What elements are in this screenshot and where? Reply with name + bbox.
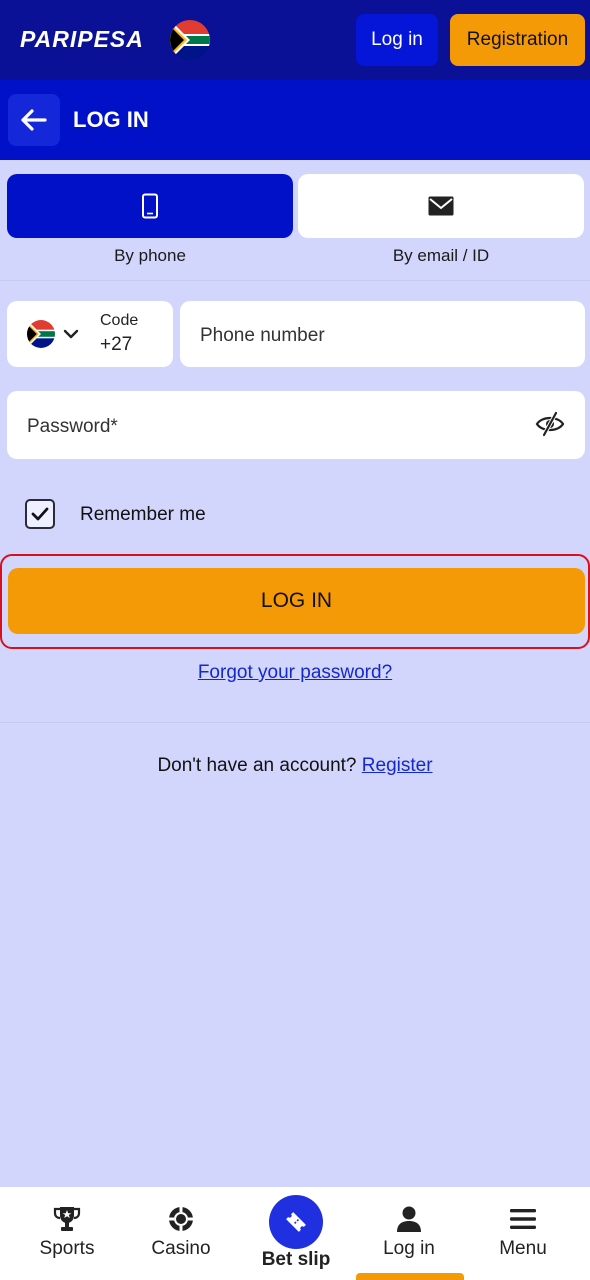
nav-bet-slip-label[interactable]: Bet slip [236,1249,356,1271]
remember-me-checkbox[interactable] [25,499,55,529]
divider [0,280,590,281]
hamburger-icon [510,1209,536,1229]
nav-casino[interactable]: Casino [124,1187,238,1280]
south-africa-flag-icon[interactable] [170,20,210,60]
phone-number-input[interactable]: Phone number [180,301,585,367]
ticket-icon [286,1212,306,1232]
forgot-password-link[interactable]: Forgot your password? [0,662,590,684]
register-link[interactable]: Register [362,755,433,776]
no-account-row: Don't have an account? Register [0,755,590,777]
no-account-text: Don't have an account? [157,755,357,776]
nav-sports-label: Sports [39,1238,95,1259]
eye-slash-icon[interactable] [535,411,565,437]
casino-chip-icon [169,1207,193,1231]
phone-number-placeholder: Phone number [200,325,325,346]
envelope-icon [428,196,454,216]
tab-by-email-label[interactable]: By email / ID [298,246,584,266]
code-value: +27 [100,334,133,355]
country-code-select[interactable]: Code +27 [7,301,173,367]
nav-menu[interactable]: Menu [466,1187,580,1280]
nav-menu-label: Menu [499,1238,547,1259]
code-label: Code [100,312,139,329]
chevron-down-icon [63,329,79,339]
tab-by-phone[interactable] [7,174,293,238]
active-tab-indicator [356,1273,464,1280]
page-title: LOG IN [73,107,149,132]
checkmark-icon [31,507,49,521]
tab-by-email[interactable] [298,174,584,238]
phone-icon [142,193,158,219]
tab-by-phone-label[interactable]: By phone [7,246,293,266]
login-submit-button[interactable]: LOG IN [8,568,585,634]
bottom-nav: Sports Casino Bet slip Log in Menu [0,1187,590,1280]
south-africa-flag-icon [27,320,55,348]
password-input[interactable]: Password* [7,391,585,459]
divider [0,722,590,723]
remember-me-label[interactable]: Remember me [80,504,206,526]
nav-login[interactable]: Log in [352,1187,466,1280]
header-registration-button[interactable]: Registration [450,14,585,66]
password-placeholder: Password* [27,416,118,437]
trophy-icon [53,1207,81,1231]
nav-sports[interactable]: Sports [10,1187,124,1280]
top-bar: PARIPESA Log in Registration [0,0,590,80]
nav-bet-slip[interactable] [269,1195,323,1249]
nav-casino-label: Casino [151,1238,211,1259]
back-button[interactable] [8,94,60,146]
user-icon [397,1206,421,1232]
nav-login-label: Log in [383,1238,435,1259]
arrow-left-icon [21,109,47,131]
page-header: LOG IN [0,80,590,160]
paripesa-logo[interactable]: PARIPESA [20,26,144,53]
header-login-button[interactable]: Log in [356,14,438,66]
